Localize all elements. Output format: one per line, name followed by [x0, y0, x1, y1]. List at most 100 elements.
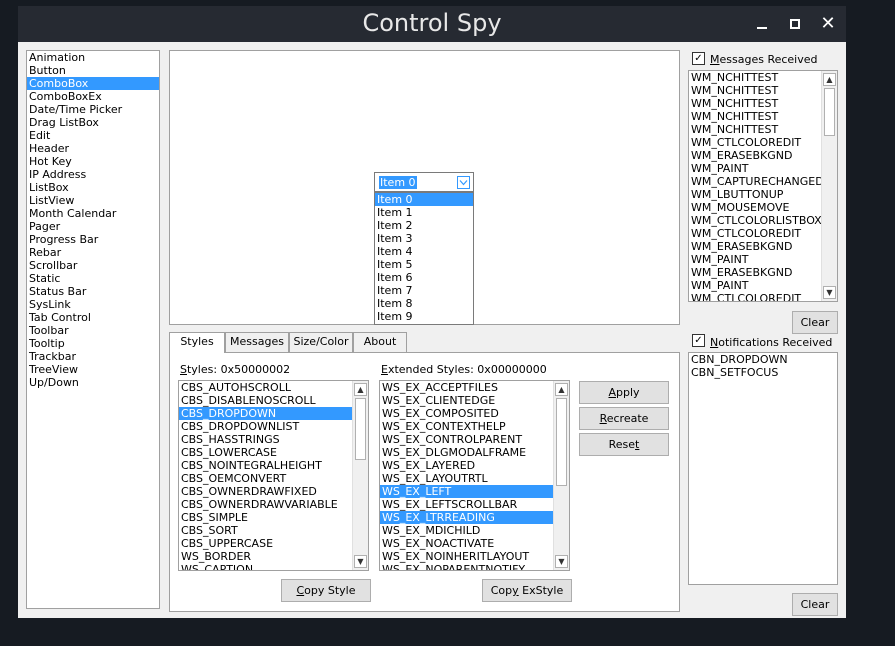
extended-style-list-item[interactable]: WS_EX_LAYOUTRTL	[380, 472, 569, 485]
title-bar[interactable]: Control Spy ✕	[18, 6, 846, 42]
control-list-item[interactable]: IP Address	[27, 168, 159, 181]
control-list-item[interactable]: Scrollbar	[27, 259, 159, 272]
control-list-item[interactable]: Pager	[27, 220, 159, 233]
control-list-item[interactable]: Tab Control	[27, 311, 159, 324]
tab-about[interactable]: About	[353, 332, 407, 352]
combobox-dropdown-item[interactable]: Item 8	[375, 297, 473, 310]
combobox-dropdown-item[interactable]: Item 3	[375, 232, 473, 245]
extended-style-list-item[interactable]: WS_EX_LAYERED	[380, 459, 569, 472]
combobox-dropdown-item[interactable]: Item 1	[375, 206, 473, 219]
control-list-item[interactable]: Button	[27, 64, 159, 77]
extended-style-list-item[interactable]: WS_EX_CONTEXTHELP	[380, 420, 569, 433]
control-list-item[interactable]: Up/Down	[27, 376, 159, 389]
extended-style-list-item[interactable]: WS_EX_CONTROLPARENT	[380, 433, 569, 446]
control-list-item[interactable]: Date/Time Picker	[27, 103, 159, 116]
style-list-item[interactable]: WS_BORDER	[179, 550, 368, 563]
combobox-dropdown-item[interactable]: Item 6	[375, 271, 473, 284]
style-list-item[interactable]: CBS_UPPERCASE	[179, 537, 368, 550]
tab-size-color[interactable]: Size/Color	[289, 332, 353, 352]
message-list-item[interactable]: WM_LBUTTONUP	[689, 188, 837, 201]
extended-style-list-item[interactable]: WS_EX_DLGMODALFRAME	[380, 446, 569, 459]
style-list-item[interactable]: WS_CAPTION	[179, 563, 368, 570]
reset-button[interactable]: Reset	[579, 433, 669, 456]
combobox-value[interactable]: Item 0	[379, 176, 417, 189]
copy-exstyle-button[interactable]: Copy ExStyle	[482, 579, 572, 602]
combobox-dropdown-item[interactable]: Item 2	[375, 219, 473, 232]
control-list-item[interactable]: Edit	[27, 129, 159, 142]
clear-notifications-button[interactable]: Clear	[792, 593, 838, 616]
control-list-item[interactable]: Hot Key	[27, 155, 159, 168]
combobox-dropdown-list[interactable]: Item 0 Item 1 Item 2 Item 3 Item 4 Item 5 Item…	[374, 192, 474, 325]
scroll-down-icon[interactable]: ▼	[823, 286, 836, 299]
control-list-item[interactable]: Static	[27, 272, 159, 285]
style-list-item[interactable]: CBS_NOINTEGRALHEIGHT	[179, 459, 368, 472]
message-list-item[interactable]: WM_CAPTURECHANGED	[689, 175, 837, 188]
style-list-item[interactable]: CBS_LOWERCASE	[179, 446, 368, 459]
message-list-item[interactable]: WM_NCHITTEST	[689, 110, 837, 123]
message-list-item[interactable]: WM_CTLCOLOREDIT	[689, 292, 837, 301]
control-list-item[interactable]: ComboBox	[27, 77, 159, 90]
message-list-item[interactable]: WM_PAINT	[689, 253, 837, 266]
control-list-item[interactable]: SysLink	[27, 298, 159, 311]
combobox-dropdown-item[interactable]: Item 4	[375, 245, 473, 258]
style-list-item[interactable]: CBS_DISABLENOSCROLL	[179, 394, 368, 407]
message-list-item[interactable]: WM_NCHITTEST	[689, 123, 837, 136]
style-list-item[interactable]: CBS_SORT	[179, 524, 368, 537]
message-list-item[interactable]: WM_CTLCOLORLISTBOX	[689, 214, 837, 227]
scroll-up-icon[interactable]: ▲	[555, 383, 568, 396]
control-list-item[interactable]: Animation	[27, 51, 159, 64]
recreate-button[interactable]: Recreate	[579, 407, 669, 430]
control-list-item[interactable]: Status Bar	[27, 285, 159, 298]
message-list-item[interactable]: WM_CTLCOLOREDIT	[689, 227, 837, 240]
control-list-item[interactable]: Header	[27, 142, 159, 155]
style-list-item[interactable]: CBS_DROPDOWN	[179, 407, 368, 420]
message-list-item[interactable]: WM_NCHITTEST	[689, 71, 837, 84]
style-list-item[interactable]: CBS_HASSTRINGS	[179, 433, 368, 446]
style-list-item[interactable]: CBS_SIMPLE	[179, 511, 368, 524]
control-list-item[interactable]: Tooltip	[27, 337, 159, 350]
scroll-down-icon[interactable]: ▼	[555, 555, 568, 568]
extended-style-list-item[interactable]: WS_EX_LEFTSCROLLBAR	[380, 498, 569, 511]
style-list-item[interactable]: CBS_OEMCONVERT	[179, 472, 368, 485]
message-list-item[interactable]: WM_MOUSEMOVE	[689, 201, 837, 214]
control-list-item[interactable]: ComboBoxEx	[27, 90, 159, 103]
styles-list[interactable]: CBS_AUTOHSCROLL CBS_DISABLENOSCROLL CBS_DR…	[178, 380, 369, 571]
style-list-item[interactable]: CBS_AUTOHSCROLL	[179, 381, 368, 394]
combobox-preview[interactable]: Item 0	[374, 172, 474, 192]
tab-styles[interactable]: Styles	[169, 332, 225, 353]
message-list-item[interactable]: WM_CTLCOLOREDIT	[689, 136, 837, 149]
message-list-item[interactable]: WM_NCHITTEST	[689, 84, 837, 97]
extended-style-list-item[interactable]: WS_EX_NOACTIVATE	[380, 537, 569, 550]
extended-style-list-item[interactable]: WS_EX_CLIENTEDGE	[380, 394, 569, 407]
scroll-down-icon[interactable]: ▼	[354, 555, 367, 568]
notifications-received-checkbox[interactable]: ✓	[692, 334, 705, 347]
extended-styles-scrollbar[interactable]: ▲ ▼	[553, 381, 569, 570]
chevron-down-icon[interactable]	[457, 176, 470, 189]
style-list-item[interactable]: CBS_OWNERDRAWFIXED	[179, 485, 368, 498]
extended-style-list-item[interactable]: WS_EX_LEFT	[380, 485, 569, 498]
scroll-thumb[interactable]	[824, 88, 835, 136]
control-list-item[interactable]: Toolbar	[27, 324, 159, 337]
messages-received-checkbox[interactable]: ✓	[692, 52, 705, 65]
style-list-item[interactable]: CBS_OWNERDRAWVARIABLE	[179, 498, 368, 511]
minimize-button[interactable]	[752, 14, 772, 34]
control-list-item[interactable]: ListView	[27, 194, 159, 207]
control-list-item[interactable]: TreeView	[27, 363, 159, 376]
control-list-item[interactable]: Trackbar	[27, 350, 159, 363]
combobox-dropdown-item[interactable]: Item 7	[375, 284, 473, 297]
message-list-item[interactable]: WM_PAINT	[689, 279, 837, 292]
extended-style-list-item[interactable]: WS_EX_LTRREADING	[380, 511, 569, 524]
messages-list[interactable]: WM_NCHITTEST WM_NCHITTEST WM_NCHITTEST WM_N…	[688, 70, 838, 302]
messages-scrollbar[interactable]: ▲ ▼	[821, 71, 837, 301]
scroll-up-icon[interactable]: ▲	[823, 73, 836, 86]
copy-style-button[interactable]: Copy Style	[281, 579, 371, 602]
control-list-item[interactable]: Drag ListBox	[27, 116, 159, 129]
notifications-list[interactable]: CBN_DROPDOWN CBN_SETFOCUS	[688, 352, 838, 585]
message-list-item[interactable]: WM_NCHITTEST	[689, 97, 837, 110]
extended-style-list-item[interactable]: WS_EX_COMPOSITED	[380, 407, 569, 420]
combobox-dropdown-item[interactable]: Item 5	[375, 258, 473, 271]
notification-list-item[interactable]: CBN_DROPDOWN	[689, 353, 837, 366]
notification-list-item[interactable]: CBN_SETFOCUS	[689, 366, 837, 379]
tab-messages[interactable]: Messages	[225, 332, 289, 352]
close-button[interactable]: ✕	[818, 14, 838, 34]
